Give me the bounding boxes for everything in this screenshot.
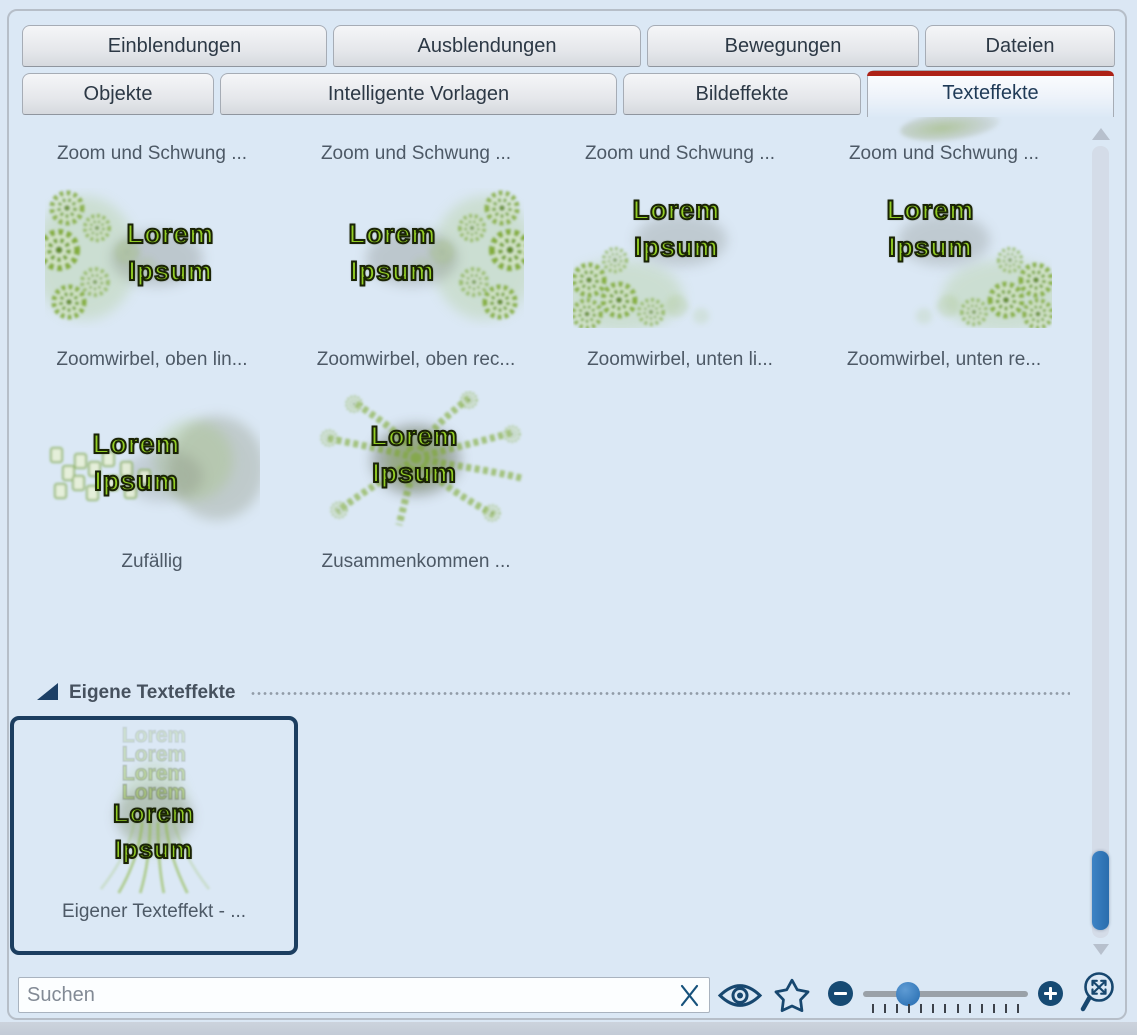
clear-search-icon[interactable] — [678, 984, 701, 1010]
tab-intelligente-vorlagen[interactable]: Intelligente Vorlagen — [220, 73, 617, 115]
reset-zoom-icon[interactable] — [1080, 970, 1120, 1017]
effect-thumbnail: LoremIpsum — [45, 390, 260, 530]
effect-label: Zusammenkommen ... — [322, 551, 511, 573]
effect-item-zoomwirbel-oben-links[interactable]: LoremIpsum Zoomwirbel, oben lin... — [20, 188, 284, 371]
effect-label: Zoomwirbel, oben rec... — [317, 349, 516, 371]
effect-thumbnail: LoremIpsum — [309, 188, 524, 328]
tab-row-top: Einblendungen Ausblendungen Bewegungen D… — [22, 25, 1115, 67]
effect-label[interactable]: Zoom und Schwung ... — [812, 143, 1076, 165]
tab-dateien[interactable]: Dateien — [925, 25, 1115, 67]
effect-thumbnail: LoremIpsum — [45, 188, 260, 328]
scrollbar-track[interactable] — [1092, 146, 1109, 938]
effect-item-zoomwirbel-oben-rechts[interactable]: LoremIpsum Zoomwirbel, oben rec... — [284, 188, 548, 371]
effect-label[interactable]: Zoom und Schwung ... — [20, 143, 284, 165]
tab-row-bottom: Objekte Intelligente Vorlagen Bildeffekt… — [22, 70, 1114, 117]
scrollbar-down-arrow[interactable] — [1093, 944, 1109, 955]
tab-ausblendungen[interactable]: Ausblendungen — [333, 25, 641, 67]
effect-label: Zufällig — [121, 551, 182, 573]
preview-text: LoremIpsum — [98, 796, 210, 868]
preview-text: LoremIpsum — [359, 418, 471, 492]
preview-text: LoremIpsum — [81, 426, 193, 500]
effect-label: Zoomwirbel, oben lin... — [56, 349, 247, 371]
search-input[interactable] — [18, 977, 710, 1013]
preview-text: LoremIpsum — [337, 216, 449, 290]
effects-panel: Einblendungen Ausblendungen Bewegungen D… — [0, 0, 1137, 1035]
effect-item-zusammenkommen[interactable]: LoremIpsum Zusammenkommen ... — [284, 390, 548, 573]
tab-einblendungen[interactable]: Einblendungen — [22, 25, 327, 67]
tab-bildeffekte[interactable]: Bildeffekte — [623, 73, 861, 115]
tab-objekte[interactable]: Objekte — [22, 73, 214, 115]
section-divider-dots — [250, 692, 1070, 695]
effect-thumbnail: LoremIpsum — [837, 188, 1052, 328]
previous-row-labels: Zoom und Schwung ... Zoom und Schwung ..… — [20, 143, 1076, 165]
effect-thumbnail: LoremIpsum — [309, 390, 524, 530]
section-header-eigene-texteffekte[interactable]: Eigene Texteffekte — [20, 678, 1076, 708]
effect-item-zoomwirbel-unten-rechts[interactable]: LoremIpsum Zoomwirbel, unten re... — [812, 188, 1076, 371]
eye-icon[interactable] — [717, 981, 763, 1013]
effect-label[interactable]: Zoom und Schwung ... — [548, 143, 812, 165]
zoom-in-icon[interactable] — [1038, 981, 1063, 1006]
effect-item-zufaellig[interactable]: LoremIpsum Zufällig — [20, 390, 284, 573]
effect-label: Zoomwirbel, unten re... — [847, 349, 1041, 371]
preview-text-ghosts: Lorem Lorem Lorem Lorem — [14, 726, 294, 802]
effect-label: Eigener Texteffekt - ... — [14, 901, 294, 923]
panel-outer-edge — [0, 1022, 1137, 1035]
zoom-out-icon[interactable] — [828, 981, 853, 1006]
effect-label[interactable]: Zoom und Schwung ... — [284, 143, 548, 165]
preview-text: LoremIpsum — [875, 192, 987, 266]
scrollbar-thumb[interactable] — [1092, 851, 1109, 930]
preview-text: LoremIpsum — [115, 216, 227, 290]
slider-thumb[interactable] — [896, 982, 920, 1006]
collapse-triangle-icon — [37, 683, 58, 700]
scrollbar-up-arrow[interactable] — [1092, 128, 1110, 140]
effect-item-zoomwirbel-unten-links[interactable]: LoremIpsum Zoomwirbel, unten li... — [548, 188, 812, 371]
thumbnail-size-slider[interactable] — [863, 991, 1028, 997]
effect-thumbnail: Lorem Lorem Lorem Lorem LoremIpsum — [14, 724, 294, 896]
effect-item-eigener-texteffekt-selected[interactable]: Lorem Lorem Lorem Lorem LoremIpsum Eigen… — [10, 716, 298, 955]
effect-label: Zoomwirbel, unten li... — [587, 349, 773, 371]
effects-row-1: LoremIpsum Zoomwirbel, oben lin... Lorem… — [20, 188, 1076, 371]
tab-texteffekte[interactable]: Texteffekte — [867, 70, 1114, 117]
star-icon[interactable] — [773, 978, 811, 1017]
section-title: Eigene Texteffekte — [69, 682, 235, 704]
slider-ticks — [872, 1004, 1019, 1014]
tab-bewegungen[interactable]: Bewegungen — [647, 25, 919, 67]
effects-row-2: LoremIpsum Zufällig — [20, 390, 1076, 573]
preview-text: LoremIpsum — [621, 192, 733, 266]
effect-thumbnail: LoremIpsum — [573, 188, 788, 328]
